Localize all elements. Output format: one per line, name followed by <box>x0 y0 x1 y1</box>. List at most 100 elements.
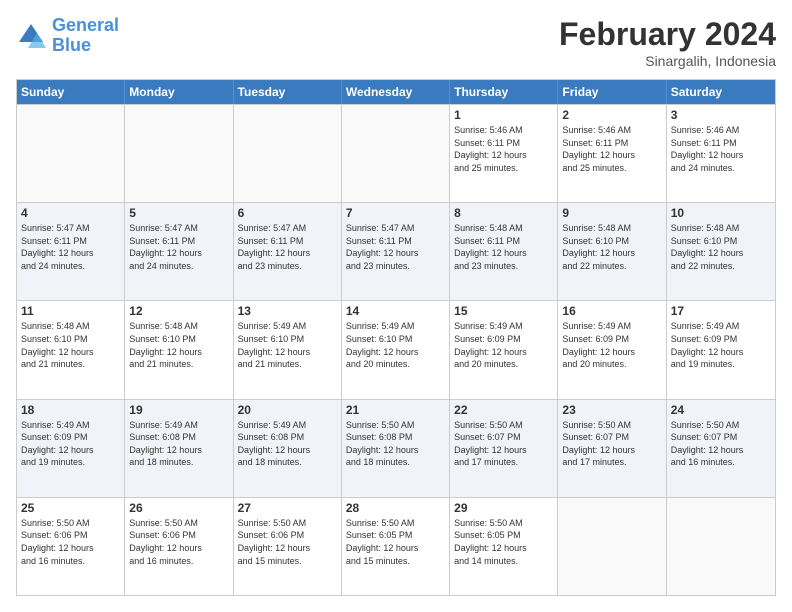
day-cell-26: 26Sunrise: 5:50 AMSunset: 6:06 PMDayligh… <box>125 498 233 595</box>
day-number: 9 <box>562 206 661 220</box>
day-cell-12: 12 Sunrise: 5:48 AMSunset: 6:10 PMDayligh… <box>125 301 233 398</box>
day-info: Sunrise: 5:50 AMSunset: 6:05 PMDaylight:… <box>454 517 553 567</box>
day-cell-20: 20Sunrise: 5:49 AMSunset: 6:08 PMDayligh… <box>234 400 342 497</box>
week-row-3: 11 Sunrise: 5:48 AMSunset: 6:10 PMDayligh… <box>17 300 775 398</box>
day-number: 13 <box>238 304 337 318</box>
day-info: Sunrise: 5:49 AMSunset: 6:09 PMDaylight:… <box>21 419 120 469</box>
day-number: 21 <box>346 403 445 417</box>
day-number: 16 <box>562 304 661 318</box>
empty-cell <box>234 105 342 202</box>
week-row-5: 25 Sunrise: 5:50 AMSunset: 6:06 PMDayligh… <box>17 497 775 595</box>
empty-cell <box>125 105 233 202</box>
day-cell-10: 10 Sunrise: 5:48 AMSunset: 6:10 PMDayligh… <box>667 203 775 300</box>
day-number: 25 <box>21 501 120 515</box>
day-cell-17: 17 Sunrise: 5:49 AMSunset: 6:09 PMDayligh… <box>667 301 775 398</box>
calendar-body: 1 Sunrise: 5:46 AMSunset: 6:11 PMDaylight… <box>17 104 775 595</box>
day-number: 12 <box>129 304 228 318</box>
day-info: Sunrise: 5:48 AMSunset: 6:10 PMDaylight:… <box>562 222 661 272</box>
day-cell-13: 13 Sunrise: 5:49 AMSunset: 6:10 PMDayligh… <box>234 301 342 398</box>
day-number: 4 <box>21 206 120 220</box>
day-info: Sunrise: 5:48 AMSunset: 6:11 PMDaylight:… <box>454 222 553 272</box>
day-number: 11 <box>21 304 120 318</box>
logo-blue: Blue <box>52 35 91 55</box>
day-cell-11: 11 Sunrise: 5:48 AMSunset: 6:10 PMDayligh… <box>17 301 125 398</box>
day-number: 19 <box>129 403 228 417</box>
day-number: 22 <box>454 403 553 417</box>
week-row-4: 18 Sunrise: 5:49 AMSunset: 6:09 PMDayligh… <box>17 399 775 497</box>
header-day-tuesday: Tuesday <box>234 80 342 104</box>
day-cell-27: 27 Sunrise: 5:50 AMSunset: 6:06 PMDayligh… <box>234 498 342 595</box>
day-cell-14: 14 Sunrise: 5:49 AMSunset: 6:10 PMDayligh… <box>342 301 450 398</box>
day-cell-4: 4 Sunrise: 5:47 AMSunset: 6:11 PMDaylight… <box>17 203 125 300</box>
day-number: 8 <box>454 206 553 220</box>
day-number: 10 <box>671 206 771 220</box>
header-day-thursday: Thursday <box>450 80 558 104</box>
calendar: SundayMondayTuesdayWednesdayThursdayFrid… <box>16 79 776 596</box>
day-cell-25: 25Sunrise: 5:50 AMSunset: 6:06 PMDayligh… <box>17 498 125 595</box>
header-day-monday: Monday <box>125 80 233 104</box>
day-number: 5 <box>129 206 228 220</box>
day-info: Sunrise: 5:50 AMSunset: 6:07 PMDaylight:… <box>671 419 771 469</box>
day-number: 28 <box>346 501 445 515</box>
day-number: 3 <box>671 108 771 122</box>
day-number: 27 <box>238 501 337 515</box>
week-row-1: 1 Sunrise: 5:46 AMSunset: 6:11 PMDaylight… <box>17 104 775 202</box>
title-area: February 2024 Sinargalih, Indonesia <box>559 16 776 69</box>
day-info: Sunrise: 5:49 AMSunset: 6:09 PMDaylight:… <box>562 320 661 370</box>
day-cell-29: 29Sunrise: 5:50 AMSunset: 6:05 PMDayligh… <box>450 498 558 595</box>
day-cell-3: 3 Sunrise: 5:46 AMSunset: 6:11 PMDaylight… <box>667 105 775 202</box>
day-info: Sunrise: 5:47 AMSunset: 6:11 PMDaylight:… <box>238 222 337 272</box>
header-day-friday: Friday <box>558 80 666 104</box>
day-info: Sunrise: 5:49 AMSunset: 6:10 PMDaylight:… <box>238 320 337 370</box>
day-info: Sunrise: 5:47 AMSunset: 6:11 PMDaylight:… <box>21 222 120 272</box>
calendar-header: SundayMondayTuesdayWednesdayThursdayFrid… <box>17 80 775 104</box>
week-row-2: 4 Sunrise: 5:47 AMSunset: 6:11 PMDaylight… <box>17 202 775 300</box>
day-cell-19: 19 Sunrise: 5:49 AMSunset: 6:08 PMDayligh… <box>125 400 233 497</box>
day-info: Sunrise: 5:48 AMSunset: 6:10 PMDaylight:… <box>129 320 228 370</box>
logo-general: General <box>52 15 119 35</box>
day-number: 23 <box>562 403 661 417</box>
day-info: Sunrise: 5:47 AMSunset: 6:11 PMDaylight:… <box>346 222 445 272</box>
empty-cell <box>342 105 450 202</box>
day-number: 14 <box>346 304 445 318</box>
day-info: Sunrise: 5:50 AMSunset: 6:08 PMDaylight:… <box>346 419 445 469</box>
day-cell-22: 22 Sunrise: 5:50 AMSunset: 6:07 PMDayligh… <box>450 400 558 497</box>
day-cell-1: 1 Sunrise: 5:46 AMSunset: 6:11 PMDaylight… <box>450 105 558 202</box>
day-info: Sunrise: 5:49 AMSunset: 6:08 PMDaylight:… <box>129 419 228 469</box>
day-number: 1 <box>454 108 553 122</box>
day-info: Sunrise: 5:50 AMSunset: 6:07 PMDaylight:… <box>454 419 553 469</box>
day-cell-18: 18 Sunrise: 5:49 AMSunset: 6:09 PMDayligh… <box>17 400 125 497</box>
day-info: Sunrise: 5:46 AMSunset: 6:11 PMDaylight:… <box>454 124 553 174</box>
empty-cell <box>17 105 125 202</box>
day-cell-16: 16 Sunrise: 5:49 AMSunset: 6:09 PMDayligh… <box>558 301 666 398</box>
day-cell-23: 23 Sunrise: 5:50 AMSunset: 6:07 PMDayligh… <box>558 400 666 497</box>
day-number: 24 <box>671 403 771 417</box>
logo-text: General Blue <box>52 16 119 56</box>
day-cell-5: 5Sunrise: 5:47 AMSunset: 6:11 PMDaylight… <box>125 203 233 300</box>
empty-cell <box>667 498 775 595</box>
day-info: Sunrise: 5:50 AMSunset: 6:05 PMDaylight:… <box>346 517 445 567</box>
header-day-saturday: Saturday <box>667 80 775 104</box>
day-info: Sunrise: 5:50 AMSunset: 6:06 PMDaylight:… <box>238 517 337 567</box>
empty-cell <box>558 498 666 595</box>
day-cell-6: 6Sunrise: 5:47 AMSunset: 6:11 PMDaylight… <box>234 203 342 300</box>
day-info: Sunrise: 5:46 AMSunset: 6:11 PMDaylight:… <box>671 124 771 174</box>
day-number: 2 <box>562 108 661 122</box>
month-title: February 2024 <box>559 16 776 53</box>
day-info: Sunrise: 5:50 AMSunset: 6:07 PMDaylight:… <box>562 419 661 469</box>
day-info: Sunrise: 5:48 AMSunset: 6:10 PMDaylight:… <box>21 320 120 370</box>
day-cell-24: 24 Sunrise: 5:50 AMSunset: 6:07 PMDayligh… <box>667 400 775 497</box>
day-number: 17 <box>671 304 771 318</box>
day-number: 18 <box>21 403 120 417</box>
day-info: Sunrise: 5:49 AMSunset: 6:09 PMDaylight:… <box>671 320 771 370</box>
day-cell-9: 9 Sunrise: 5:48 AMSunset: 6:10 PMDaylight… <box>558 203 666 300</box>
location: Sinargalih, Indonesia <box>559 53 776 69</box>
day-info: Sunrise: 5:46 AMSunset: 6:11 PMDaylight:… <box>562 124 661 174</box>
day-info: Sunrise: 5:48 AMSunset: 6:10 PMDaylight:… <box>671 222 771 272</box>
day-number: 7 <box>346 206 445 220</box>
day-info: Sunrise: 5:49 AMSunset: 6:10 PMDaylight:… <box>346 320 445 370</box>
header-day-sunday: Sunday <box>17 80 125 104</box>
day-number: 15 <box>454 304 553 318</box>
header: General Blue February 2024 Sinargalih, I… <box>16 16 776 69</box>
logo: General Blue <box>16 16 119 56</box>
